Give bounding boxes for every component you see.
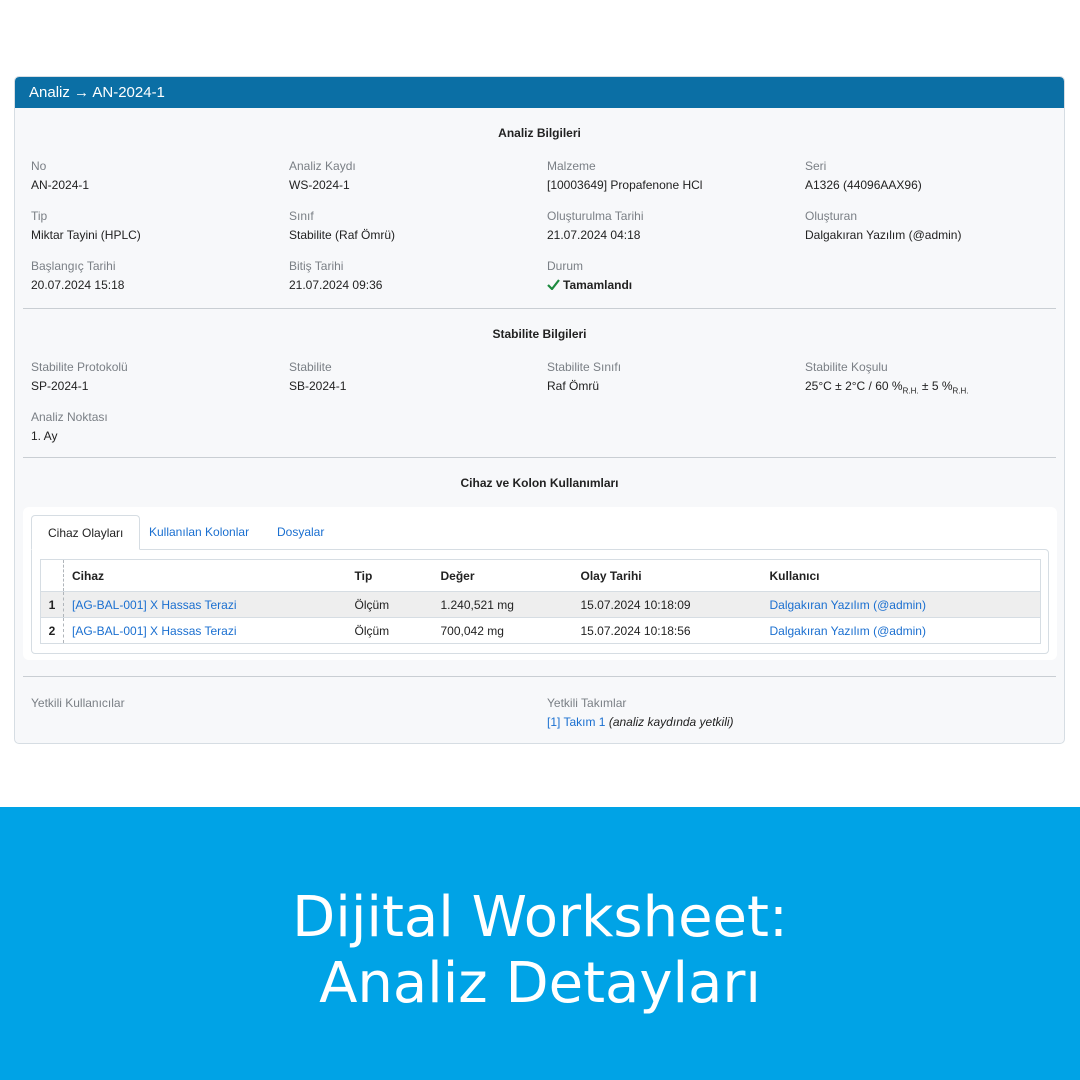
field-material: Malzeme [10003649] Propafenone HCl	[547, 159, 703, 192]
field-stability-condition: Stabilite Koşulu 25°C ± 2°C / 60 %R.H. ±…	[805, 360, 969, 396]
column-header-value[interactable]: Değer	[432, 559, 573, 592]
tab-content: Cihaz Tip Değer Olay Tarihi Kullanıcı 1 …	[31, 549, 1049, 654]
field-type: Tip Miktar Tayini (HPLC)	[31, 209, 141, 242]
field-authorized-teams: Yetkili Takımlar [1] Takım 1 (analiz kay…	[547, 696, 734, 729]
field-analysis-record: Analiz Kaydı WS-2024-1	[289, 159, 356, 192]
field-stability-protocol: Stabilite Protokolü SP-2024-1	[31, 360, 128, 393]
field-stability-class: Stabilite Sınıfı Raf Ömrü	[547, 360, 622, 393]
divider	[23, 457, 1056, 458]
promo-banner: Dijital Worksheet: Analiz Detayları	[0, 807, 1080, 1080]
user-link[interactable]: Dalgakıran Yazılım (@admin)	[770, 624, 926, 638]
index-header	[40, 559, 64, 592]
usage-title: Cihaz ve Kolon Kullanımları	[460, 476, 619, 490]
event-type: Ölçüm	[346, 591, 433, 618]
analysis-info-title: Analiz Bilgileri	[498, 126, 581, 140]
stability-info-title: Stabilite Bilgileri	[492, 327, 587, 341]
panel-title: Analiz → AN-2024-1	[15, 77, 1064, 108]
team-note: (analiz kaydında yetkili)	[608, 715, 734, 729]
banner-line-1: Dijital Worksheet:	[292, 885, 788, 950]
event-value: 700,042 mg	[432, 617, 573, 644]
field-authorized-users: Yetkili Kullanıcılar	[31, 696, 125, 710]
field-created-date: Oluşturulma Tarihi 21.07.2024 04:18	[547, 209, 644, 242]
table-header-row: Cihaz Tip Değer Olay Tarihi Kullanıcı	[40, 559, 1041, 592]
user-link[interactable]: Dalgakıran Yazılım (@admin)	[770, 598, 926, 612]
device-link[interactable]: [AG-BAL-001] X Hassas Terazi	[72, 624, 237, 638]
tab-used-columns[interactable]: Kullanılan Kolonlar	[133, 515, 265, 550]
device-events-table: Cihaz Tip Değer Olay Tarihi Kullanıcı 1 …	[40, 559, 1041, 644]
device-link[interactable]: [AG-BAL-001] X Hassas Terazi	[72, 598, 237, 612]
column-header-event-date[interactable]: Olay Tarihi	[572, 559, 762, 592]
status-badge: Tamamlandı	[547, 278, 632, 292]
analysis-record-link[interactable]: WS-2024-1	[289, 178, 356, 192]
tab-files[interactable]: Dosyalar	[261, 515, 340, 550]
event-date: 15.07.2024 10:18:56	[572, 617, 762, 644]
stability-protocol-link[interactable]: SP-2024-1	[31, 379, 128, 393]
team-link[interactable]: [1] Takım 1	[547, 715, 605, 729]
event-date: 15.07.2024 10:18:09	[572, 591, 762, 618]
check-icon	[547, 279, 560, 291]
divider	[23, 676, 1056, 677]
field-start-date: Başlangıç Tarihi 20.07.2024 15:18	[31, 259, 125, 292]
stability-condition-value: 25°C ± 2°C / 60 %R.H. ± 5 %R.H.	[805, 379, 969, 396]
divider	[23, 308, 1056, 309]
table-row[interactable]: 2 [AG-BAL-001] X Hassas Terazi Ölçüm 700…	[40, 617, 1041, 644]
field-class: Sınıf Stabilite (Raf Ömrü)	[289, 209, 396, 242]
created-by-link[interactable]: Dalgakıran Yazılım (@admin)	[805, 228, 961, 242]
field-status: Durum Tamamlandı	[547, 259, 633, 292]
column-header-type[interactable]: Tip	[346, 559, 433, 592]
field-end-date: Bitiş Tarihi 21.07.2024 09:36	[289, 259, 383, 292]
banner-line-2: Analiz Detayları	[319, 951, 761, 1016]
field-stability: Stabilite SB-2024-1	[289, 360, 347, 393]
tab-device-events[interactable]: Cihaz Olayları	[31, 515, 141, 550]
usage-tabs: Cihaz Olayları Kullanılan Kolonlar Dosya…	[23, 507, 1057, 660]
stability-link[interactable]: SB-2024-1	[289, 379, 346, 393]
column-header-user[interactable]: Kullanıcı	[761, 559, 1041, 592]
event-type: Ölçüm	[346, 617, 433, 644]
field-batch: Seri A1326 (44096AAX96)	[805, 159, 922, 192]
field-created-by: Oluşturan Dalgakıran Yazılım (@admin)	[805, 209, 962, 242]
field-analysis-point: Analiz Noktası 1. Ay	[31, 410, 108, 443]
analysis-panel: Analiz → AN-2024-1 Analiz Bilgileri No A…	[14, 76, 1065, 744]
column-header-device[interactable]: Cihaz	[63, 559, 347, 592]
event-value: 1.240,521 mg	[432, 591, 573, 618]
table-row[interactable]: 1 [AG-BAL-001] X Hassas Terazi Ölçüm 1.2…	[40, 591, 1041, 618]
field-no: No AN-2024-1	[31, 159, 90, 192]
